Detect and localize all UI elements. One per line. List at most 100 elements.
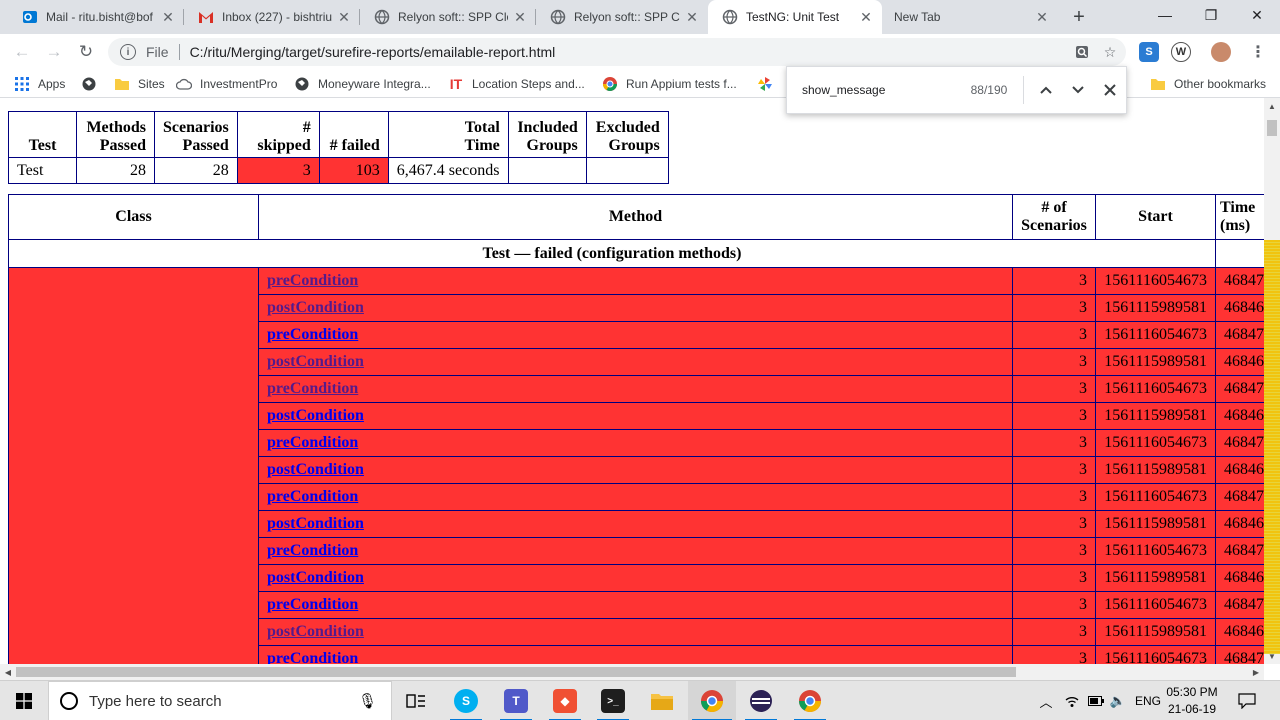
notifications-icon[interactable]: [1232, 681, 1262, 720]
method-link[interactable]: postCondition: [267, 353, 364, 370]
vertical-scrollbar[interactable]: ▲ ▼: [1264, 98, 1280, 664]
find-in-page-icon[interactable]: [1072, 42, 1092, 62]
methods-header-row: Class Method # of Scenarios Start Time (ms…: [8, 194, 1264, 240]
gmail-icon: [198, 9, 214, 25]
method-link[interactable]: preCondition: [267, 650, 358, 664]
git-button[interactable]: ◆: [541, 681, 589, 720]
scroll-down-icon[interactable]: ▼: [1264, 648, 1280, 664]
close-icon[interactable]: ✕: [858, 9, 874, 25]
bookmark-other[interactable]: Other bookmarks: [1150, 75, 1266, 93]
extension-w-icon[interactable]: W: [1171, 42, 1191, 62]
microphone-icon[interactable]: 🎙: [358, 692, 377, 710]
menu-kebab-icon[interactable]: ⋮: [1248, 42, 1268, 62]
close-icon[interactable]: ✕: [336, 9, 352, 25]
language-indicator[interactable]: ENG: [1134, 681, 1162, 720]
tray-overflow-icon[interactable]: ︿: [1036, 681, 1056, 720]
bookmark-label: Sites: [138, 77, 165, 91]
close-window-button[interactable]: ✕: [1234, 0, 1280, 30]
info-icon[interactable]: i: [120, 44, 136, 60]
close-icon[interactable]: ✕: [684, 9, 700, 25]
find-previous-button[interactable]: [1030, 74, 1062, 106]
start-cell: 1561116054673: [1095, 267, 1216, 295]
find-input[interactable]: show_message: [802, 83, 951, 97]
method-cell: postCondition: [258, 294, 1013, 322]
method-link[interactable]: postCondition: [267, 623, 364, 640]
method-link[interactable]: postCondition: [267, 569, 364, 586]
method-link[interactable]: postCondition: [267, 407, 364, 424]
method-link[interactable]: preCondition: [267, 596, 358, 613]
volume-icon[interactable]: 🔈: [1108, 681, 1128, 720]
taskbar: Type here to search 🎙 S T ◆ >_ ︿ 🔈 ENG 0…: [0, 680, 1280, 720]
close-icon[interactable]: ✕: [160, 9, 176, 25]
tab-testng[interactable]: TestNG: Unit Test ✕: [708, 0, 882, 34]
method-link[interactable]: preCondition: [267, 380, 358, 397]
close-icon[interactable]: ✕: [1034, 9, 1050, 25]
scroll-left-icon[interactable]: ◀: [0, 664, 16, 680]
method-link[interactable]: preCondition: [267, 488, 358, 505]
restore-button[interactable]: ❐: [1188, 0, 1234, 30]
eclipse-button[interactable]: [737, 681, 785, 720]
tab-gmail[interactable]: Inbox (227) - bishtriu ✕: [184, 0, 360, 34]
find-next-button[interactable]: [1062, 74, 1094, 106]
method-link[interactable]: postCondition: [267, 461, 364, 478]
method-link[interactable]: preCondition: [267, 326, 358, 343]
scrollbar-thumb[interactable]: [1267, 120, 1277, 136]
taskbar-search[interactable]: Type here to search 🎙: [48, 681, 392, 720]
col-header-start: Start: [1095, 194, 1216, 240]
method-link[interactable]: postCondition: [267, 299, 364, 316]
find-close-button[interactable]: [1094, 74, 1126, 106]
file-explorer-button[interactable]: [638, 681, 686, 720]
tab-mail[interactable]: Mail - ritu.bisht@bof ✕: [8, 0, 184, 34]
extension-s-icon[interactable]: S: [1139, 42, 1159, 62]
header-line: Passed: [182, 137, 229, 154]
header-line: Methods: [86, 119, 146, 136]
windows-start-button[interactable]: [0, 681, 48, 720]
time-cell: 46846: [1215, 618, 1264, 646]
close-icon[interactable]: ✕: [512, 9, 528, 25]
minimize-button[interactable]: —: [1142, 0, 1188, 30]
chrome-button[interactable]: [688, 681, 736, 720]
bookmark-location-steps[interactable]: IT Location Steps and...: [448, 75, 585, 93]
forward-button[interactable]: →: [42, 40, 66, 64]
new-tab-button[interactable]: +: [1068, 6, 1090, 28]
teams-button[interactable]: T: [492, 681, 540, 720]
bookmark-run-appium[interactable]: Run Appium tests f...: [602, 75, 737, 93]
reload-button[interactable]: ↻: [74, 40, 98, 64]
bookmark-apps[interactable]: Apps: [14, 75, 65, 93]
profile-avatar[interactable]: [1211, 42, 1231, 62]
bookmark-moneyware[interactable]: Moneyware Integra...: [294, 75, 431, 93]
method-link[interactable]: preCondition: [267, 272, 358, 289]
bookmark-pinwheel[interactable]: [757, 75, 781, 93]
system-clock[interactable]: 05:30 PM 21-06-19: [1160, 684, 1224, 718]
method-link[interactable]: preCondition: [267, 434, 358, 451]
horizontal-scrollbar[interactable]: ◀ ▶: [0, 664, 1264, 680]
cell-included-groups: [507, 157, 587, 184]
back-button[interactable]: ←: [10, 40, 34, 64]
divider: [178, 44, 180, 60]
method-link[interactable]: postCondition: [267, 515, 364, 532]
task-view-button[interactable]: [392, 681, 440, 720]
address-bar[interactable]: i File C:/ritu/Merging/target/surefire-r…: [108, 38, 1126, 66]
tab-new-tab[interactable]: New Tab ✕: [882, 0, 1058, 34]
scrollbar-thumb[interactable]: [16, 667, 1016, 677]
bookmark-sites[interactable]: Sites: [114, 75, 165, 93]
scroll-up-icon[interactable]: ▲: [1264, 98, 1280, 114]
chrome-button-2[interactable]: [786, 681, 834, 720]
time-cell: 46846: [1215, 456, 1264, 484]
tab-relyon-1[interactable]: Relyon soft:: SPP Clo ✕: [360, 0, 536, 34]
bookmark-investmentpro[interactable]: InvestmentPro: [176, 75, 277, 93]
eclipse-icon: [750, 690, 772, 712]
tab-relyon-2[interactable]: Relyon soft:: SPP Clo ✕: [536, 0, 708, 34]
method-link[interactable]: preCondition: [267, 542, 358, 559]
network-icon[interactable]: [1062, 681, 1082, 720]
bookmark-star-icon[interactable]: ☆: [1100, 42, 1120, 62]
col-header-method: Method: [258, 194, 1013, 240]
scroll-right-icon[interactable]: ▶: [1248, 664, 1264, 680]
address-url[interactable]: C:/ritu/Merging/target/surefire-reports/…: [190, 44, 556, 60]
skype-button[interactable]: S: [442, 681, 490, 720]
battery-icon[interactable]: [1086, 681, 1106, 720]
terminal-button[interactable]: >_: [589, 681, 637, 720]
file-explorer-icon: [651, 694, 673, 710]
bookmark-globe[interactable]: [81, 75, 105, 93]
group-title-spacer: [1215, 239, 1264, 268]
